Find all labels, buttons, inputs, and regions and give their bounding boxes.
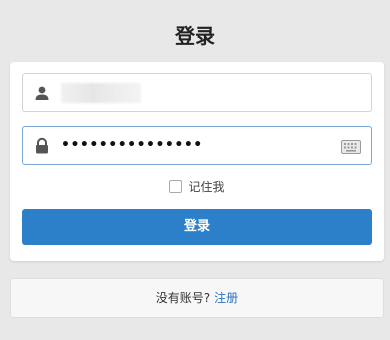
register-link[interactable]: 注册 [214, 291, 238, 305]
login-button[interactable]: 登录 [22, 209, 372, 245]
lock-icon [33, 137, 51, 155]
username-field[interactable] [22, 73, 372, 112]
keyboard-icon[interactable] [341, 139, 361, 154]
remember-me[interactable]: 记住我 [10, 178, 384, 196]
remember-checkbox[interactable] [169, 180, 183, 193]
register-bar: 没有账号? 注册 [10, 278, 384, 318]
page-title: 登录 [175, 24, 215, 48]
login-card: ••••••••••••••• 记住我 登录 [10, 62, 384, 261]
user-icon [33, 84, 51, 102]
password-field[interactable]: ••••••••••••••• [22, 126, 372, 165]
password-value: ••••••••••••••• [61, 137, 203, 153]
username-value-redacted [61, 83, 141, 103]
no-account-text: 没有账号? [155, 291, 211, 305]
remember-label: 记住我 [188, 180, 225, 194]
